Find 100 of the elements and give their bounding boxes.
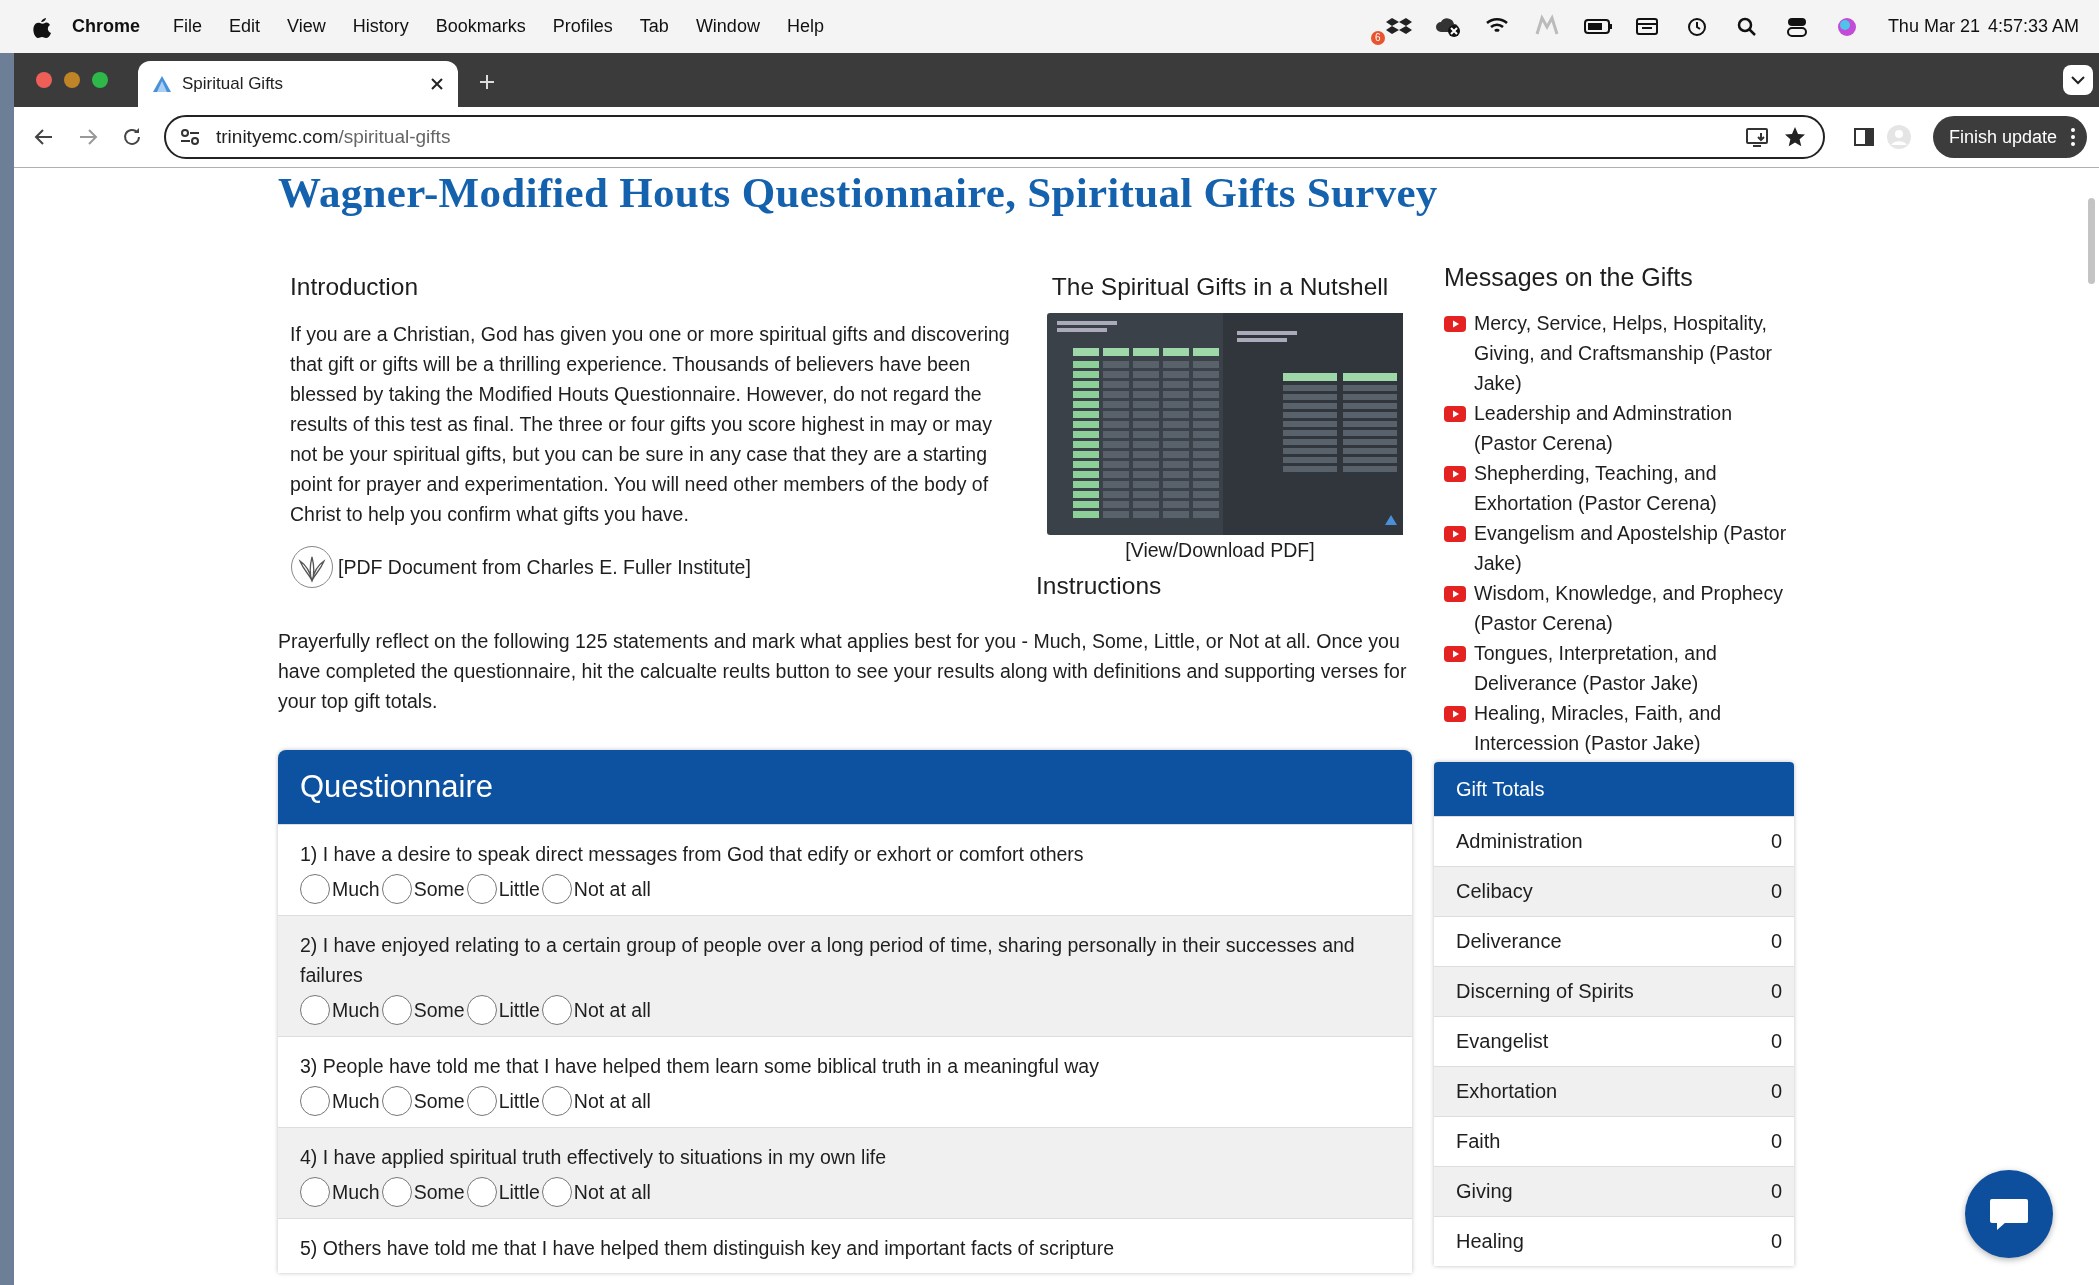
finish-update-button[interactable]: Finish update bbox=[1932, 116, 2087, 158]
answer-option[interactable]: Not at all bbox=[541, 874, 651, 905]
radio-button[interactable] bbox=[541, 1177, 572, 1208]
chevron-icon bbox=[2070, 75, 2086, 85]
question-text: 1) I have a desire to speak direct messages from God that edify or exhort or comfort others bbox=[300, 842, 1085, 868]
answer-option[interactable]: Some bbox=[381, 1177, 465, 1208]
answer-option[interactable]: Not at all bbox=[541, 995, 651, 1026]
radio-button[interactable] bbox=[466, 874, 497, 905]
tab-search-button[interactable] bbox=[2063, 65, 2093, 95]
radio-button[interactable] bbox=[466, 995, 497, 1026]
radio-button[interactable] bbox=[381, 995, 412, 1026]
triangle-logo-icon bbox=[152, 75, 172, 93]
answer-option[interactable]: Not at all bbox=[541, 1086, 651, 1117]
radio-button[interactable] bbox=[381, 1177, 412, 1208]
gift-total: 0 bbox=[1770, 1230, 1782, 1254]
radio-button[interactable] bbox=[300, 874, 330, 905]
gift-name: Discerning of Spirits bbox=[1456, 980, 1634, 1004]
menu-item[interactable]: File bbox=[173, 16, 203, 37]
gift-name: Evangelist bbox=[1456, 1030, 1549, 1054]
site-settings-icon[interactable] bbox=[180, 128, 200, 146]
question-text: 4) I have applied spiritual truth effectively to situations in my own life bbox=[300, 1145, 888, 1171]
play-icon bbox=[1444, 526, 1466, 543]
play-icon bbox=[1444, 646, 1466, 663]
answer-option[interactable]: Some bbox=[381, 1086, 465, 1117]
message-link[interactable]: Mercy, Service, Helps, Hospitality, Giving, and Craftsmanship (Pastor Jake) bbox=[1474, 308, 1794, 399]
message-link[interactable]: Leadership and Adminstration (Pastor Cerena) bbox=[1474, 398, 1794, 459]
scrollbar-thumb[interactable] bbox=[2088, 198, 2095, 284]
section-heading: Instructions bbox=[1036, 572, 1163, 601]
radio-button[interactable] bbox=[541, 995, 572, 1026]
menu-item[interactable]: Bookmarks bbox=[435, 16, 526, 37]
question-text: 2) I have enjoyed relating to a certain group of people over a long period of time, sharing personally in their successes and failures bbox=[300, 933, 1356, 989]
gift-total: 0 bbox=[1770, 1080, 1782, 1104]
answer-option[interactable]: Some bbox=[381, 995, 465, 1026]
message-link[interactable]: Shepherding, Teaching, and Exhortation (Pastor Cerena) bbox=[1474, 458, 1794, 519]
radio-button[interactable] bbox=[466, 1177, 497, 1208]
menu-item[interactable]: Window bbox=[695, 16, 760, 37]
radio-button[interactable] bbox=[381, 874, 412, 905]
notification-badge: 6 bbox=[1370, 30, 1385, 45]
zoom-button[interactable] bbox=[92, 72, 108, 88]
plus-icon bbox=[478, 73, 496, 91]
answer-option[interactable]: Much bbox=[300, 995, 380, 1026]
intro-paragraph: If you are a Christian, God has given you one or more spiritual gifts and discovering that gift or gifts will be a thrilling experience. Thousands of believers have been blessed by taking the Modified Houts Questionnaire. However, do not regard the results of this test as final. The three or four gifts you score highest in may or may not be your spiritual gifts, but you can be sure in any case that they are a starting point for prayer and experimentation. You will need other members of the body of Christ to help you confirm what gifts you have. bbox=[290, 322, 1011, 528]
play-icon bbox=[1444, 466, 1466, 483]
menu-item[interactable]: Tab bbox=[639, 16, 669, 37]
menu-item[interactable]: View bbox=[287, 16, 326, 37]
gift-name: Exhortation bbox=[1456, 1080, 1558, 1104]
gift-totals-header: Gift Totals bbox=[1434, 762, 1794, 817]
message-link[interactable]: Tongues, Interpretation, and Deliverance (Pastor Jake) bbox=[1474, 638, 1794, 699]
browser-tab[interactable]: Spiritual Gifts bbox=[138, 61, 458, 107]
chat-button[interactable] bbox=[1965, 1170, 2053, 1258]
minimize-button[interactable] bbox=[64, 72, 80, 88]
answer-option[interactable]: Little bbox=[466, 995, 540, 1026]
menu-time[interactable]: 4:57:33 AM bbox=[1987, 16, 2079, 37]
menu-item[interactable]: Edit bbox=[229, 16, 261, 37]
app-menu[interactable]: Chrome bbox=[72, 16, 140, 37]
section-heading: Messages on the Gifts bbox=[1443, 263, 1694, 293]
answer-option[interactable]: Little bbox=[466, 874, 540, 905]
answer-option[interactable]: Much bbox=[300, 1086, 380, 1117]
section-heading: Introduction bbox=[290, 273, 420, 302]
radio-button[interactable] bbox=[466, 1086, 497, 1117]
answer-option[interactable]: Some bbox=[381, 874, 465, 905]
radio-button[interactable] bbox=[381, 1086, 412, 1117]
play-icon bbox=[1444, 316, 1466, 333]
gift-total: 0 bbox=[1770, 880, 1782, 904]
message-link[interactable]: Wisdom, Knowledge, and Prophecy (Pastor Cerena) bbox=[1474, 578, 1794, 639]
answer-option[interactable]: Much bbox=[300, 1177, 380, 1208]
answer-option[interactable]: Little bbox=[466, 1177, 540, 1208]
menu-item[interactable]: Profiles bbox=[552, 16, 613, 37]
menu-item[interactable]: Help bbox=[786, 16, 824, 37]
close-button[interactable] bbox=[36, 72, 52, 88]
radio-button[interactable] bbox=[300, 1086, 330, 1117]
answer-option[interactable]: Much bbox=[300, 874, 380, 905]
url-text[interactable]: trinityemc.com/spiritual-gifts bbox=[216, 126, 451, 148]
gift-total: 0 bbox=[1770, 830, 1782, 854]
gift-name: Healing bbox=[1456, 1230, 1524, 1254]
gift-name: Celibacy bbox=[1456, 880, 1533, 904]
menu-item[interactable]: History bbox=[352, 16, 409, 37]
menu-date[interactable]: Thu Mar 21 bbox=[1887, 16, 1980, 37]
play-icon bbox=[1444, 586, 1466, 603]
page-title: Wagner-Modified Houts Questionnaire, Spiritual Gifts Survey bbox=[278, 168, 1439, 218]
download-pdf-link[interactable]: [View/Download PDF] bbox=[1036, 539, 1404, 563]
message-link[interactable]: Evangelism and Apostelship (Pastor Jake) bbox=[1474, 518, 1794, 579]
radio-button[interactable] bbox=[541, 874, 572, 905]
questionnaire-header: Questionnaire bbox=[278, 750, 1412, 825]
address-bar[interactable]: trinityemc.com/spiritual-gifts bbox=[164, 115, 1825, 159]
gift-total: 0 bbox=[1770, 1180, 1782, 1204]
answer-option[interactable]: Not at all bbox=[541, 1177, 651, 1208]
install-icon[interactable] bbox=[1744, 125, 1771, 149]
more-icon bbox=[2071, 128, 2075, 146]
message-link[interactable]: Healing, Miracles, Faith, and Intercession (Pastor Jake) bbox=[1474, 698, 1794, 759]
radio-button[interactable] bbox=[300, 1177, 330, 1208]
radio-button[interactable] bbox=[300, 995, 330, 1026]
radio-button[interactable] bbox=[541, 1086, 572, 1117]
answer-option[interactable]: Little bbox=[466, 1086, 540, 1117]
play-icon bbox=[1444, 706, 1466, 723]
gift-total: 0 bbox=[1770, 930, 1782, 954]
infographic-thumbnail[interactable] bbox=[1047, 313, 1403, 536]
pdf-link[interactable]: [PDF Document from Charles E. Fuller Institute] bbox=[338, 555, 751, 579]
play-icon bbox=[1444, 406, 1466, 423]
gift-name: Administration bbox=[1456, 830, 1583, 854]
